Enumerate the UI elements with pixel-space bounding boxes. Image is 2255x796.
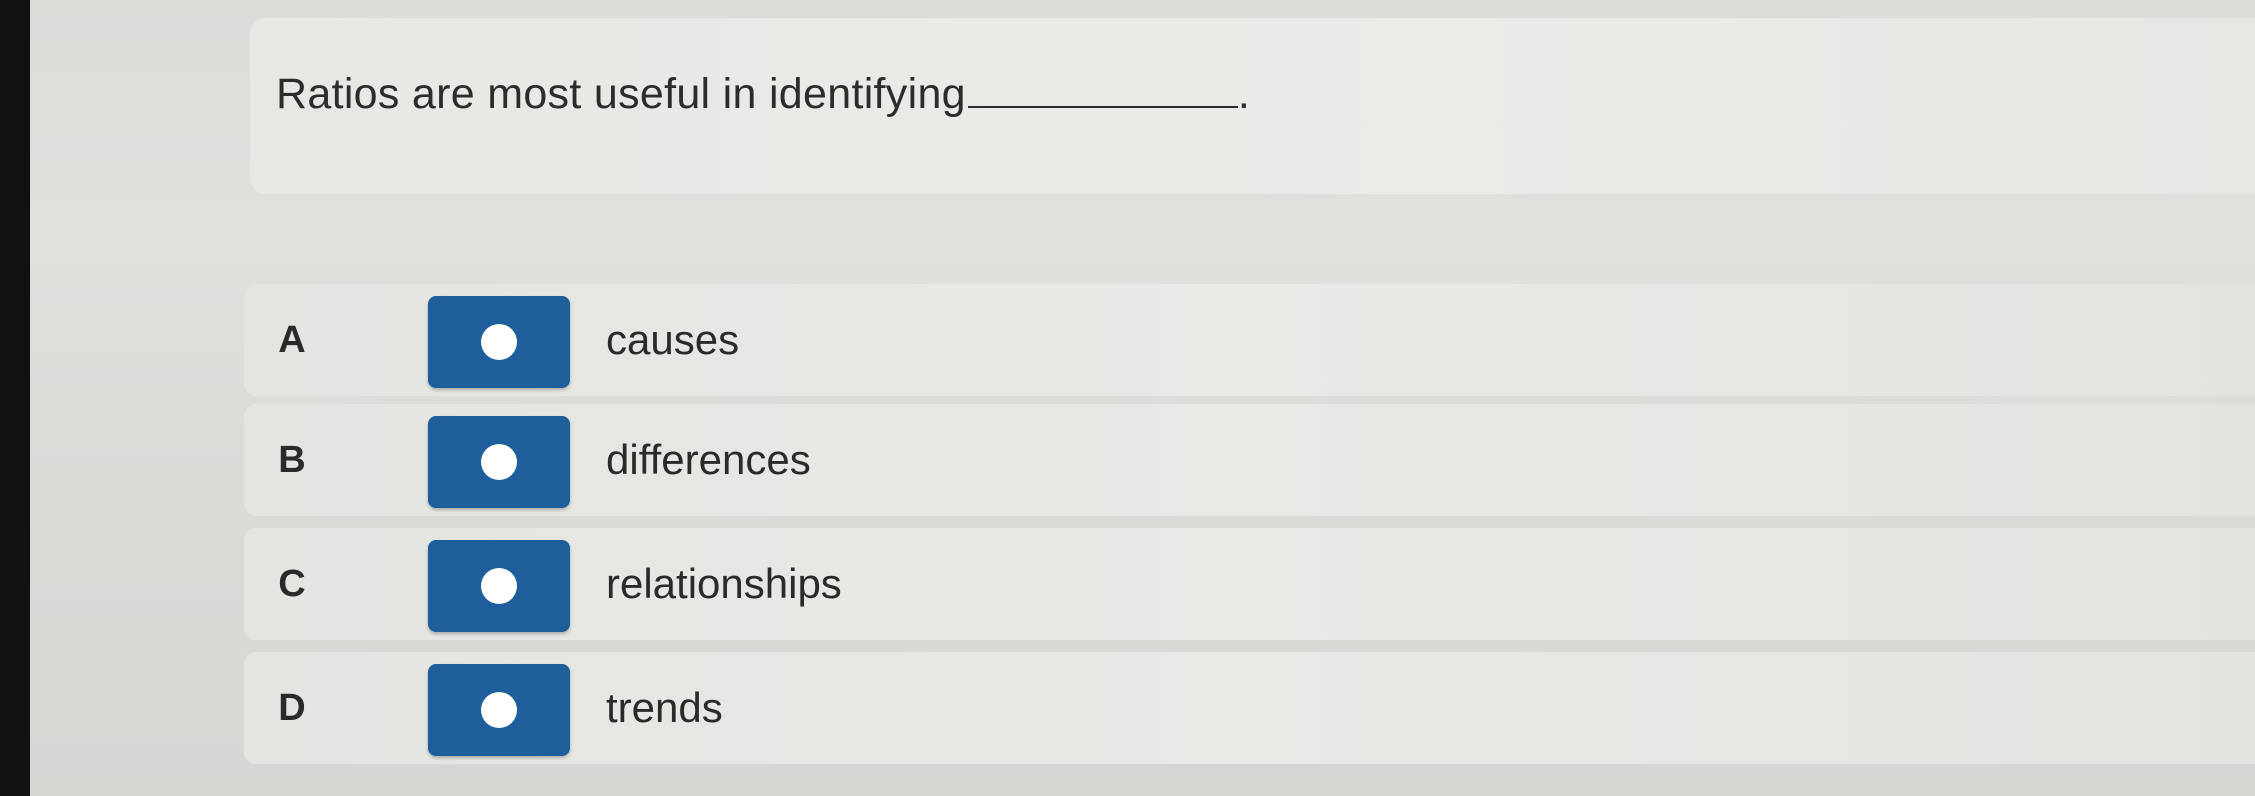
question-text: Ratios are most useful in identifying [276,70,966,118]
radio-dot-icon [481,444,517,480]
option-a[interactable]: A causes [244,284,2255,396]
radio-dot-icon [481,324,517,360]
option-b[interactable]: B differences [244,404,2255,516]
question-stem: Ratios are most useful in identifying. [276,70,1250,119]
option-label: relationships [606,560,842,607]
option-letter: A [278,319,306,361]
option-d-radio-button[interactable] [428,664,570,756]
option-letter: D [278,687,306,729]
screen-bezel [0,0,30,796]
radio-dot-icon [481,568,517,604]
radio-dot-icon [481,692,517,728]
option-letter: C [278,563,306,605]
option-label: causes [606,316,740,363]
option-b-radio-button[interactable] [428,416,570,508]
question-suffix: . [1237,70,1251,118]
option-label: differences [606,436,811,483]
option-d[interactable]: D trends [244,652,2255,764]
option-letter: B [278,439,306,481]
option-c-radio-button[interactable] [428,540,570,632]
option-a-radio-button[interactable] [428,296,570,388]
option-label: trends [606,684,723,731]
option-c[interactable]: C relationships [244,528,2255,640]
answer-blank [967,72,1238,108]
